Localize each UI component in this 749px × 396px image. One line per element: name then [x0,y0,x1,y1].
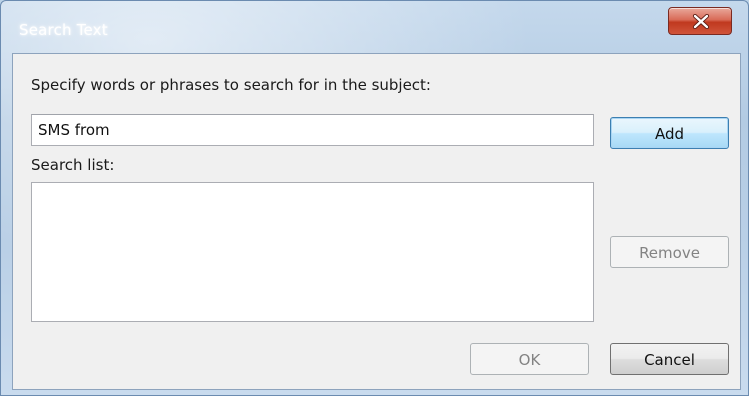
cancel-button[interactable]: Cancel [610,343,729,375]
search-list-label: Search list: [31,156,115,174]
search-text-input[interactable] [31,114,594,146]
window-title: Search Text [19,21,108,39]
ok-button[interactable]: OK [470,343,589,375]
dialog-window: Search Text Specify words or phrases to … [0,0,749,396]
close-icon [692,14,710,29]
remove-button[interactable]: Remove [610,236,729,268]
close-button[interactable] [668,7,732,35]
add-button[interactable]: Add [610,117,729,149]
dialog-client-area: Specify words or phrases to search for i… [12,53,741,390]
title-bar[interactable]: Search Text [1,1,748,47]
search-prompt-label: Specify words or phrases to search for i… [31,76,431,94]
search-list-box[interactable] [31,182,594,322]
